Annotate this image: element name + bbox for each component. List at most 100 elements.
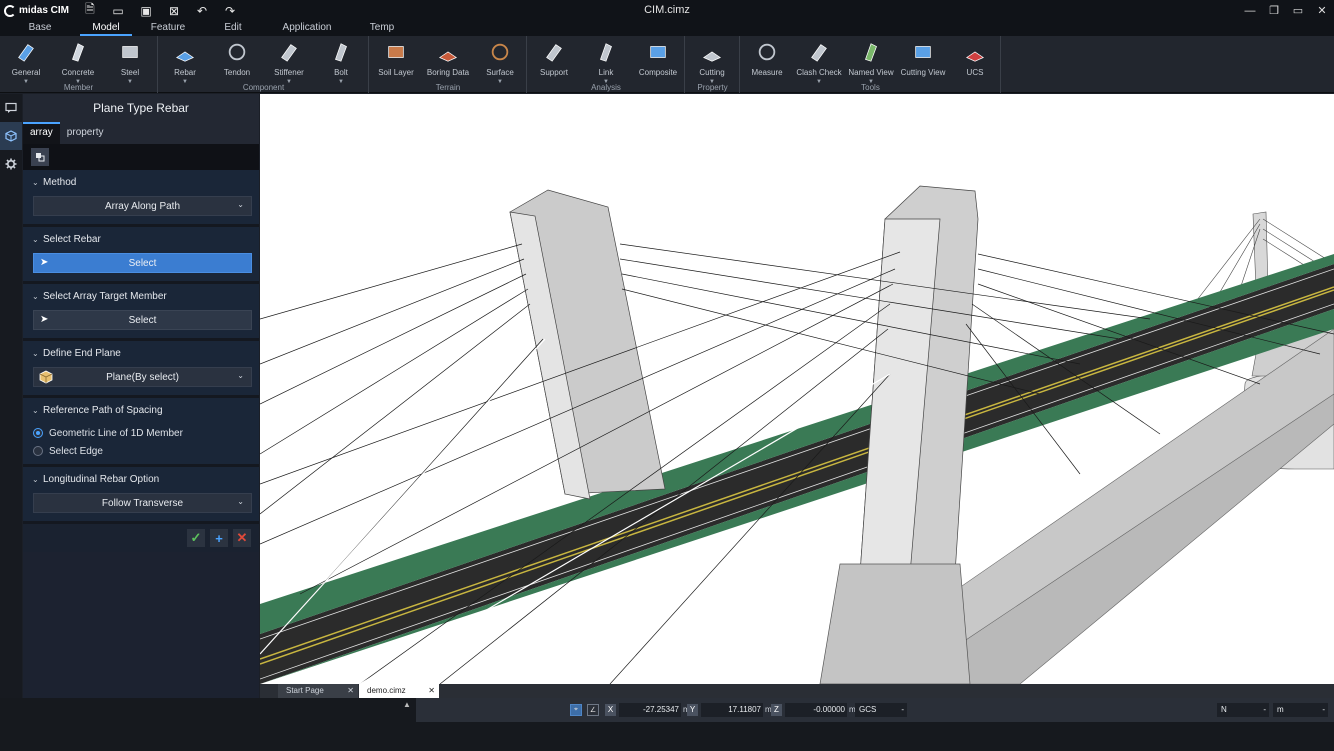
left-pylon <box>509 189 666 500</box>
maximize-button[interactable]: ▭ <box>1286 0 1310 21</box>
cursor-arrow-icon: ➤ <box>40 257 49 268</box>
ribbon-group-label: Property <box>697 83 728 92</box>
ribbon-cutting-view-button[interactable]: Cutting View <box>897 39 949 79</box>
method-value: Array Along Path <box>104 200 181 212</box>
radio-select-edge-label: Select Edge <box>49 445 103 457</box>
undo-icon: ↶ <box>196 3 208 18</box>
dropdown-icon: - <box>1322 705 1325 714</box>
menu-tab-temp[interactable]: Temp <box>352 21 412 36</box>
method-select[interactable]: Array Along Path ⌄ <box>33 196 252 216</box>
restore-button[interactable]: ❐ <box>1262 0 1286 21</box>
caret-up-icon[interactable]: ▲ <box>403 700 411 709</box>
ribbon-boring-data-button[interactable]: Boring Data <box>422 39 474 79</box>
method-header[interactable]: ⌄ Method <box>23 170 259 196</box>
select-rebar-section: ⌄ Select Rebar ➤ Select <box>23 227 259 284</box>
close-button[interactable]: ✕ <box>1310 0 1334 21</box>
model-viewport[interactable] <box>260 94 1334 684</box>
menu-tab-application[interactable]: Application <box>262 21 352 36</box>
chevron-down-icon: ⌄ <box>237 497 244 506</box>
side-settings-button[interactable] <box>0 150 22 178</box>
select-rebar-button[interactable]: ➤ Select <box>33 253 252 273</box>
x-coordinate-input[interactable]: -27.25347 <box>619 703 681 717</box>
ribbon-button-label: Measure <box>751 68 783 77</box>
close-file-button[interactable]: ⊠ <box>160 0 188 21</box>
ribbon-measure-button[interactable]: Measure <box>741 39 793 79</box>
ribbon-stiffener-button[interactable]: Stiffener ▼ <box>263 39 315 85</box>
menu-tab-model[interactable]: Model <box>80 21 132 36</box>
select-target-header[interactable]: ⌄ Select Array Target Member <box>23 284 259 310</box>
doc-tab-start-page[interactable]: Start Page ✕ <box>278 684 358 698</box>
redo-button[interactable]: ↷ <box>216 0 244 21</box>
ribbon-bolt-button[interactable]: Bolt ▼ <box>315 39 367 85</box>
boring-data-icon <box>436 40 460 64</box>
ribbon-button-label: General <box>11 68 41 77</box>
ribbon-group-label: Tools <box>861 83 880 92</box>
close-file-icon: ⊠ <box>168 3 180 18</box>
angle-icon[interactable]: ∠ <box>587 704 599 716</box>
ribbon-clash-check-button[interactable]: Clash Check ▼ <box>793 39 845 85</box>
radio-select-edge[interactable]: Select Edge <box>23 442 259 460</box>
coordinate-system-value: GCS <box>859 705 877 714</box>
layers-icon <box>36 153 45 162</box>
panel-toggle-button[interactable] <box>31 148 49 166</box>
tab-array[interactable]: array <box>23 122 60 144</box>
cancel-button[interactable]: ✕ <box>233 529 251 547</box>
ribbon-ucs-button[interactable]: UCS <box>949 39 1001 79</box>
close-icon[interactable]: ✕ <box>347 684 354 698</box>
undo-button[interactable]: ↶ <box>188 0 216 21</box>
general-member-icon <box>14 40 38 64</box>
tab-property[interactable]: property <box>60 122 111 144</box>
ribbon-surface-button[interactable]: Surface ▼ <box>474 39 526 85</box>
z-coordinate-input[interactable]: -0.00000 <box>785 703 847 717</box>
force-unit-select[interactable]: N- <box>1217 703 1269 717</box>
doc-tab-demo[interactable]: demo.cimz ✕ <box>359 684 439 698</box>
radio-geometric-line[interactable]: Geometric Line of 1D Member <box>23 424 259 442</box>
doc-tab-demo-label: demo.cimz <box>367 686 406 695</box>
plane-type-rebar-panel: Plane Type Rebar array property ⌄ Method … <box>23 94 259 698</box>
ribbon-button-label: Rebar <box>174 68 196 77</box>
ribbon-general-button[interactable]: General ▼ <box>0 39 52 85</box>
end-plane-header[interactable]: ⌄ Define End Plane <box>23 341 259 367</box>
open-folder-button[interactable]: ▭ <box>104 0 132 21</box>
ribbon-group-terrain: Soil Layer Boring Data Surface ▼ Terrain <box>370 36 527 93</box>
ribbon-composite-button[interactable]: Composite <box>632 39 684 79</box>
longitudinal-rebar-select[interactable]: Follow Transverse ⌄ <box>33 493 252 513</box>
select-rebar-header[interactable]: ⌄ Select Rebar <box>23 227 259 253</box>
menu-tab-edit[interactable]: Edit <box>204 21 262 36</box>
menu-tabs: Base Model Feature Edit Application Temp <box>0 21 1334 36</box>
y-coordinate-input[interactable]: 17.11807 <box>701 703 763 717</box>
composite-icon <box>646 40 670 64</box>
minimize-button[interactable]: — <box>1238 0 1262 21</box>
new-file-button[interactable]: 🗎 <box>76 0 104 21</box>
reference-path-header[interactable]: ⌄ Reference Path of Spacing <box>23 398 259 424</box>
snap-icon[interactable]: ⌖ <box>570 704 582 716</box>
ribbon-button-label: Clash Check <box>796 68 842 77</box>
close-icon[interactable]: ✕ <box>428 684 435 698</box>
ribbon-concrete-button[interactable]: Concrete ▼ <box>52 39 104 85</box>
ribbon-named-view-button[interactable]: Named View ▼ <box>845 39 897 85</box>
menu-tab-base[interactable]: Base <box>0 21 80 36</box>
save-button[interactable]: ▣ <box>132 0 160 21</box>
ribbon-group-component: Rebar ▼ Tendon Stiffener ▼ Bolt ▼ Component <box>159 36 369 93</box>
ribbon-link-button[interactable]: Link ▼ <box>580 39 632 85</box>
ribbon-support-button[interactable]: Support <box>528 39 580 79</box>
ribbon-soil-layer-button[interactable]: Soil Layer <box>370 39 422 79</box>
apply-icon: + <box>215 530 223 546</box>
side-comment-button[interactable] <box>0 94 22 122</box>
longitudinal-rebar-header[interactable]: ⌄ Longitudinal Rebar Option <box>23 467 259 493</box>
apply-button[interactable]: + <box>210 529 228 547</box>
ribbon-tendon-button[interactable]: Tendon <box>211 39 263 79</box>
ribbon-steel-button[interactable]: Steel ▼ <box>104 39 156 85</box>
ucs-icon <box>963 40 987 64</box>
ribbon-rebar-button[interactable]: Rebar ▼ <box>159 39 211 85</box>
length-unit-select[interactable]: m- <box>1273 703 1328 717</box>
end-plane-select[interactable]: Plane(By select) ⌄ <box>33 367 252 387</box>
cursor-arrow-icon: ➤ <box>40 314 49 325</box>
chevron-down-icon: ⌄ <box>237 200 244 209</box>
side-model-button[interactable] <box>0 122 22 150</box>
menu-tab-feature[interactable]: Feature <box>132 21 204 36</box>
ok-button[interactable]: ✓ <box>187 529 205 547</box>
select-target-button[interactable]: ➤ Select <box>33 310 252 330</box>
coordinate-system-select[interactable]: GCS - <box>855 703 907 717</box>
ribbon-cutting-button[interactable]: Cutting ▼ <box>686 39 738 85</box>
